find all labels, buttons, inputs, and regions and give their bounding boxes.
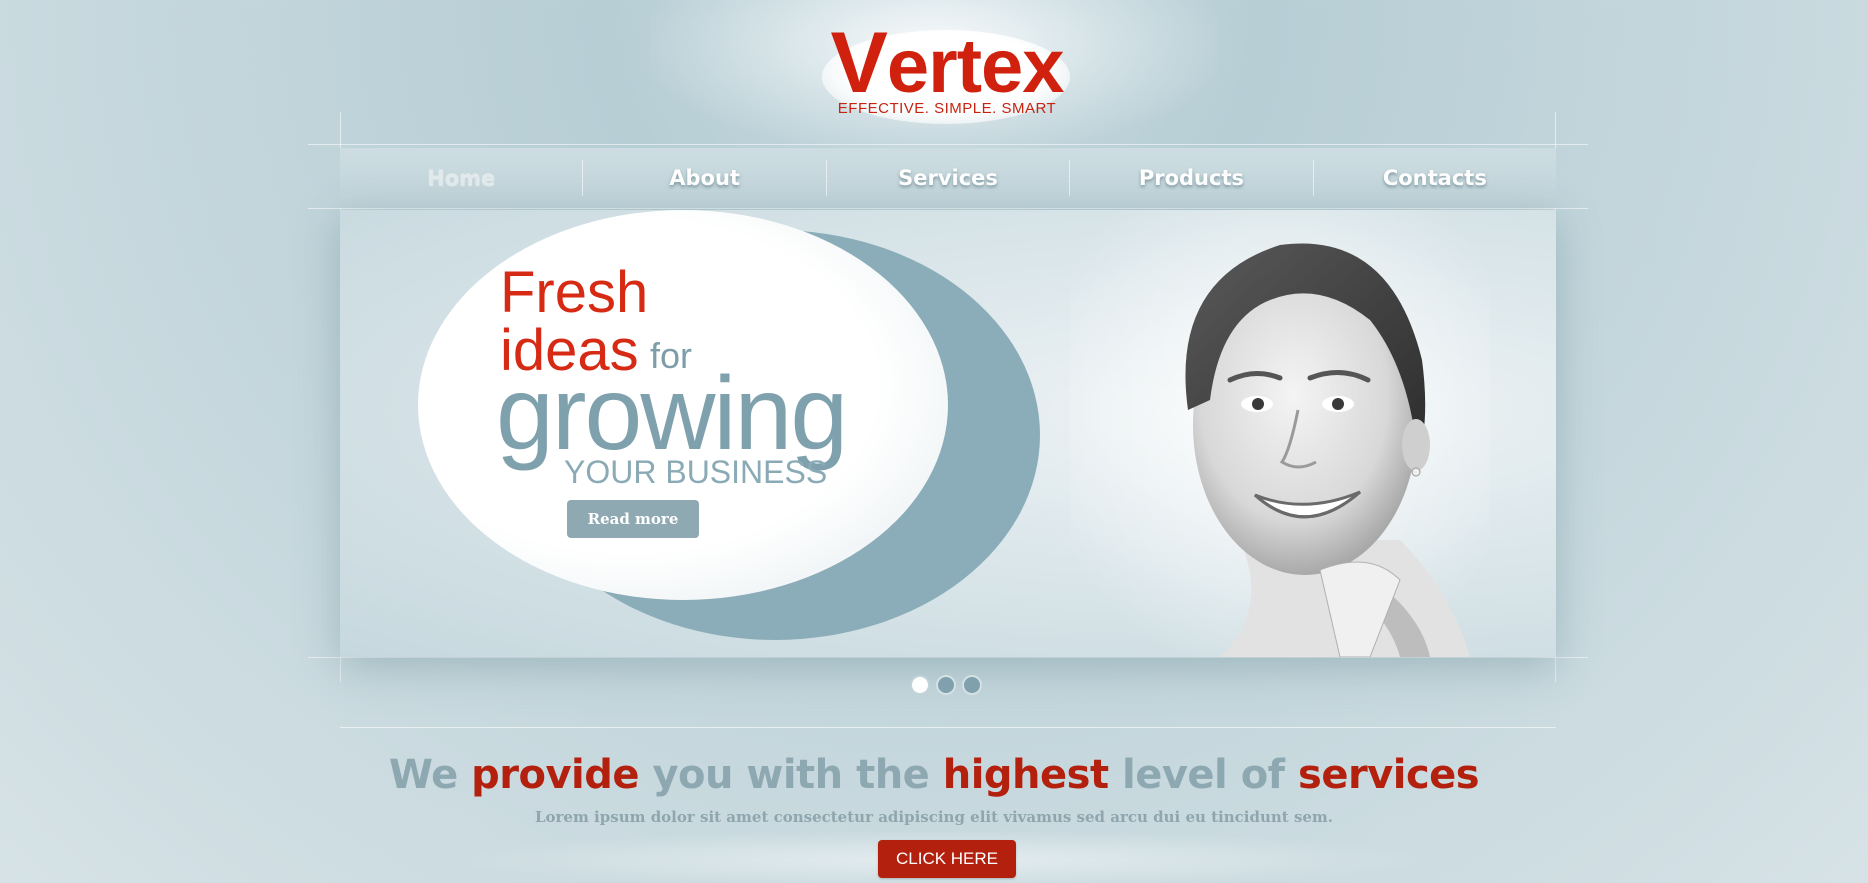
headline-part: you with the — [652, 752, 943, 798]
woman-portrait-image — [1070, 210, 1490, 657]
slider-dot-1[interactable] — [910, 675, 930, 695]
headline-part: highest — [942, 752, 1123, 798]
hero-heading-line1: Fresh — [500, 260, 649, 325]
hero-slider: Fresh ideas for growing YOUR BUSINESS Re… — [340, 210, 1556, 657]
nav-item-home[interactable]: Home — [340, 148, 582, 208]
frame-line-top — [308, 144, 1588, 145]
hero-heading-line3: growing — [496, 356, 848, 472]
logo-tagline: EFFECTIVE. SIMPLE. SMART — [837, 100, 1057, 117]
intro-subtext: Lorem ipsum dolor sit amet consectetur a… — [534, 808, 1334, 826]
read-more-button[interactable]: Read more — [567, 500, 699, 538]
headline-part: We — [388, 752, 472, 798]
logo[interactable]: Vertex — [820, 18, 1074, 112]
slider-dot-2[interactable] — [936, 675, 956, 695]
logo-wordmark: ertex — [886, 24, 1065, 109]
nav-item-contacts[interactable]: Contacts — [1314, 148, 1556, 208]
click-here-button[interactable]: CLICK HERE — [878, 840, 1016, 878]
nav-item-about[interactable]: About — [583, 148, 825, 208]
slider-dot-3[interactable] — [962, 675, 982, 695]
intro-headline: We provide you with the highest level of… — [0, 752, 1868, 798]
frame-line-hero-bottom — [308, 657, 1588, 658]
nav-item-services[interactable]: Services — [827, 148, 1069, 208]
logo-initial: V — [830, 15, 887, 111]
nav-item-products[interactable]: Products — [1070, 148, 1312, 208]
main-nav: Home About Services Products Contacts — [340, 148, 1556, 208]
hero-heading-line4: YOUR BUSINESS — [564, 454, 828, 490]
headline-part: level of — [1122, 752, 1299, 798]
section-divider — [340, 727, 1556, 728]
frame-line-nav-bottom — [308, 208, 1588, 209]
headline-part: provide — [471, 752, 653, 798]
headline-part: services — [1298, 752, 1480, 798]
slider-pagination — [910, 675, 982, 695]
